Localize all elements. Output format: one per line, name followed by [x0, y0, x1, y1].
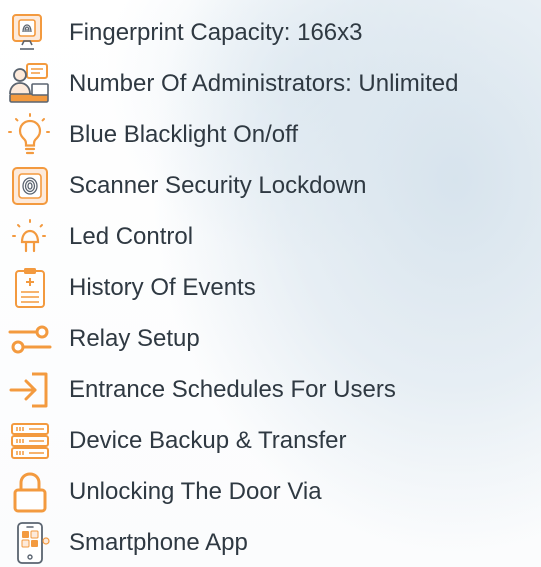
feature-item-smartphone-app: Smartphone App: [0, 517, 541, 567]
feature-label: Smartphone App: [69, 529, 248, 556]
padlock-icon: [8, 470, 52, 514]
led-lamp-icon: [8, 215, 52, 259]
feature-item-device-backup: Device Backup & Transfer: [0, 415, 541, 467]
feature-item-history: History Of Events: [0, 262, 541, 314]
feature-item-entrance-schedules: Entrance Schedules For Users: [0, 364, 541, 416]
feature-item-unlocking-door: Unlocking The Door Via: [0, 466, 541, 518]
administrators-icon: [8, 62, 52, 106]
server-backup-icon: [8, 419, 52, 463]
relay-switch-icon: [8, 317, 52, 361]
scanner-lock-icon: [8, 164, 52, 208]
feature-label: Number Of Administrators: Unlimited: [69, 70, 459, 97]
fingerprint-scanner-icon: [8, 11, 52, 55]
feature-item-blacklight: Blue Blacklight On/off: [0, 109, 541, 161]
feature-label: Entrance Schedules For Users: [69, 376, 396, 403]
feature-label: Fingerprint Capacity: 166x3: [69, 19, 363, 46]
feature-item-administrators: Number Of Administrators: Unlimited: [0, 58, 541, 110]
feature-label: History Of Events: [69, 274, 256, 301]
feature-label: Unlocking The Door Via: [69, 478, 322, 505]
feature-label: Scanner Security Lockdown: [69, 172, 367, 199]
feature-label: Device Backup & Transfer: [69, 427, 347, 454]
smartphone-app-icon: [8, 521, 52, 565]
feature-label: Blue Blacklight On/off: [69, 121, 299, 148]
feature-label: Led Control: [69, 223, 194, 250]
feature-item-relay-setup: Relay Setup: [0, 313, 541, 365]
feature-item-fingerprint-capacity: Fingerprint Capacity: 166x3: [0, 7, 541, 59]
feature-item-led-control: Led Control: [0, 211, 541, 263]
feature-label: Relay Setup: [69, 325, 200, 352]
light-bulb-icon: [8, 113, 52, 157]
feature-item-scanner-lockdown: Scanner Security Lockdown: [0, 160, 541, 212]
entrance-arrow-icon: [8, 368, 52, 412]
clipboard-history-icon: [8, 266, 52, 310]
